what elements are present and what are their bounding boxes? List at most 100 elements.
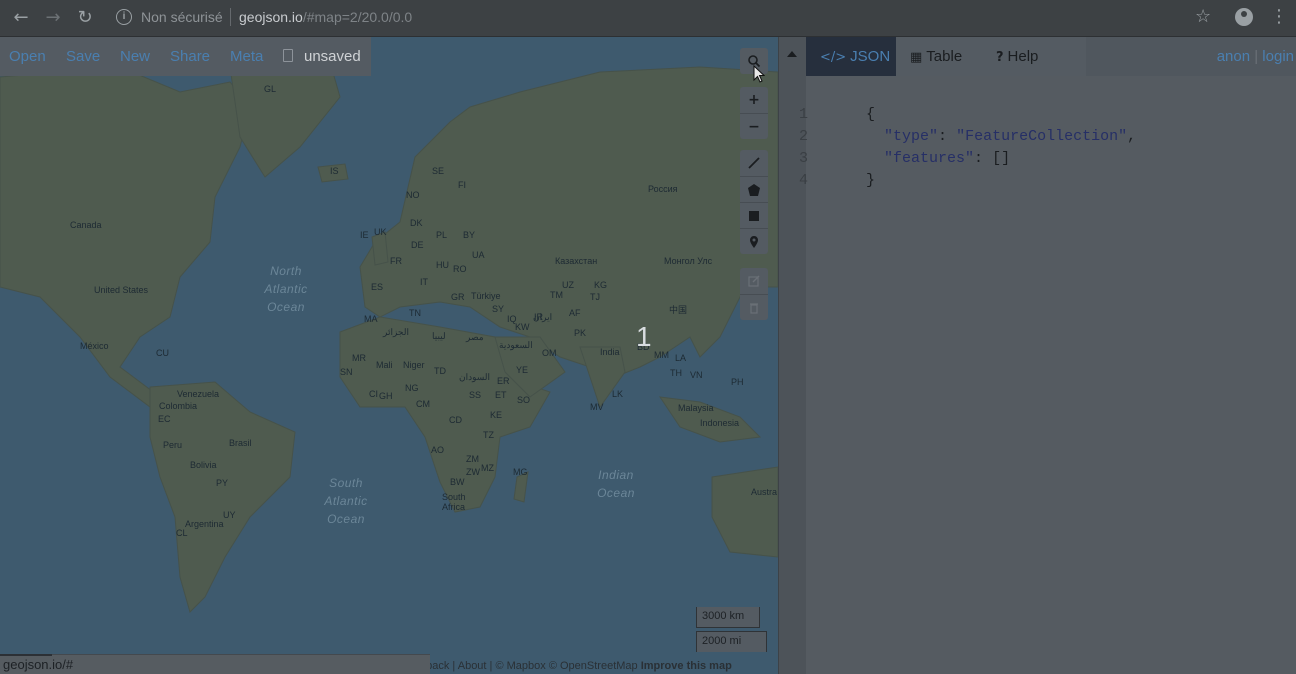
map-label: RO xyxy=(453,264,467,274)
line-number: 1 xyxy=(798,106,808,123)
back-icon[interactable]: ← xyxy=(8,6,34,30)
draw-polygon-icon[interactable] xyxy=(740,176,768,202)
menu-meta[interactable]: Meta xyxy=(230,48,263,65)
browser-toolbar: ← → ↻ i Non sécurisé geojson.io/#map=2/2… xyxy=(0,0,1296,37)
map-label: KG xyxy=(594,280,608,290)
url-path: /#map=2/20.0/0.0 xyxy=(302,9,413,25)
map-label: MZ xyxy=(481,463,494,473)
map-label: Türkiye xyxy=(471,291,501,301)
map-label: DE xyxy=(411,240,424,250)
ocean-label-line: Atlantic xyxy=(264,282,308,296)
marker-icon[interactable] xyxy=(740,228,768,254)
map-label: GL xyxy=(264,84,277,94)
map-label: Россия xyxy=(648,184,678,194)
draw-rectangle-icon[interactable] xyxy=(740,202,768,228)
address-bar[interactable]: geojson.io/#map=2/20.0/0.0 xyxy=(239,9,412,25)
tab-json[interactable]: </> JSON xyxy=(806,37,896,76)
map-label: السودان xyxy=(459,372,491,382)
map-label: Canada xyxy=(70,220,102,230)
edit-toolbar xyxy=(740,268,768,320)
code-value: [] xyxy=(992,150,1011,167)
link-status-url: geojson.io/# xyxy=(0,654,430,674)
map-label: CL xyxy=(176,528,188,538)
menu-share[interactable]: Share xyxy=(170,48,210,65)
account-icon[interactable] xyxy=(1235,8,1253,26)
map-label: SN xyxy=(340,367,353,377)
cluster-count-label[interactable]: 1 xyxy=(636,321,652,353)
map-label: SO xyxy=(517,395,531,405)
collapse-arrow-icon[interactable] xyxy=(787,51,797,57)
login-link[interactable]: login xyxy=(1262,48,1294,65)
trash-icon[interactable] xyxy=(740,294,768,320)
map-label: SY xyxy=(492,304,505,314)
map-label: Bolivia xyxy=(190,460,217,470)
side-panel: </> JSON ▦ Table ? Help anon | login 1{ 2 "… xyxy=(778,37,1296,674)
map-label: VN xyxy=(690,370,703,380)
browser-menu-icon[interactable]: ⋮ xyxy=(1270,6,1288,27)
map-label: KW xyxy=(515,322,530,332)
map-label: India xyxy=(600,347,620,357)
zoom-control: + − xyxy=(740,87,768,139)
tab-help-label: Help xyxy=(1007,48,1039,65)
edit-icon[interactable] xyxy=(740,268,768,294)
reload-icon[interactable]: ↻ xyxy=(72,6,98,30)
map-label: IT xyxy=(420,277,428,287)
map-label: CD xyxy=(449,415,462,425)
about-link[interactable]: About xyxy=(458,660,487,672)
map-label: Colombia xyxy=(159,401,198,411)
map-label: Niger xyxy=(403,360,425,370)
security-label[interactable]: Non sécurisé xyxy=(141,9,223,25)
map-label: FI xyxy=(458,180,466,190)
map-view[interactable]: GL IS NO SE FI DK IE UK DE PL BY UA FR H… xyxy=(0,37,778,674)
tab-help[interactable]: ? Help xyxy=(982,37,1052,76)
map-label: ER xyxy=(497,376,510,386)
draw-line-icon[interactable] xyxy=(740,150,768,176)
map-label: BY xyxy=(463,230,476,240)
question-icon: ? xyxy=(996,50,1004,65)
ocean-label-line: Atlantic xyxy=(324,494,368,508)
url-host: geojson.io xyxy=(239,9,303,25)
map-label: UZ xyxy=(562,280,574,290)
mapbox-link[interactable]: © Mapbox xyxy=(495,660,545,672)
bookmark-star-icon[interactable]: ☆ xyxy=(1195,6,1211,27)
map-label: United States xyxy=(94,285,149,295)
map-label: KE xyxy=(490,410,503,420)
osm-link[interactable]: © OpenStreetMap xyxy=(549,660,638,672)
json-editor[interactable]: 1{ 2 "type": "FeatureCollection", 3 "fea… xyxy=(799,76,1296,674)
map-label: UK xyxy=(374,227,387,237)
status-divider xyxy=(0,654,52,656)
ocean-label-line: Ocean xyxy=(597,486,635,500)
map-label: TZ xyxy=(483,430,494,440)
map-label: CM xyxy=(416,399,430,409)
map-label: السعودية xyxy=(499,340,533,350)
map-label: ET xyxy=(495,390,507,400)
map-label: BW xyxy=(450,477,465,487)
zoom-out-button[interactable]: − xyxy=(740,113,768,139)
map-label: SS xyxy=(469,390,482,400)
map-label: TD xyxy=(434,366,446,376)
code-icon: </> xyxy=(820,50,847,65)
info-icon[interactable]: i xyxy=(116,9,132,25)
forward-icon[interactable]: → xyxy=(40,6,66,30)
map-label: UY xyxy=(223,510,236,520)
map-label: AF xyxy=(569,308,581,318)
map-label: ES xyxy=(371,282,384,292)
map-label: ايران xyxy=(533,312,553,322)
user-anon-link[interactable]: anon xyxy=(1217,48,1250,65)
map-label: CI xyxy=(369,389,378,399)
tab-table[interactable]: ▦ Table xyxy=(896,37,976,76)
map-label: LA xyxy=(675,353,687,363)
map-label: 中国 xyxy=(669,305,688,315)
map-label: NG xyxy=(405,383,419,393)
mouse-cursor-icon xyxy=(753,65,765,83)
menu-new[interactable]: New xyxy=(120,48,150,65)
zoom-in-button[interactable]: + xyxy=(740,87,768,113)
menu-save[interactable]: Save xyxy=(66,48,100,65)
map-label: Argentina xyxy=(185,519,224,529)
line-number: 3 xyxy=(798,150,808,167)
map-label: FR xyxy=(390,256,402,266)
menu-open[interactable]: Open xyxy=(9,48,46,65)
panel-tabs: </> JSON ▦ Table ? Help anon | login xyxy=(806,37,1296,76)
ocean-label-line: South xyxy=(329,476,363,490)
improve-map-link[interactable]: Improve this map xyxy=(641,660,732,672)
